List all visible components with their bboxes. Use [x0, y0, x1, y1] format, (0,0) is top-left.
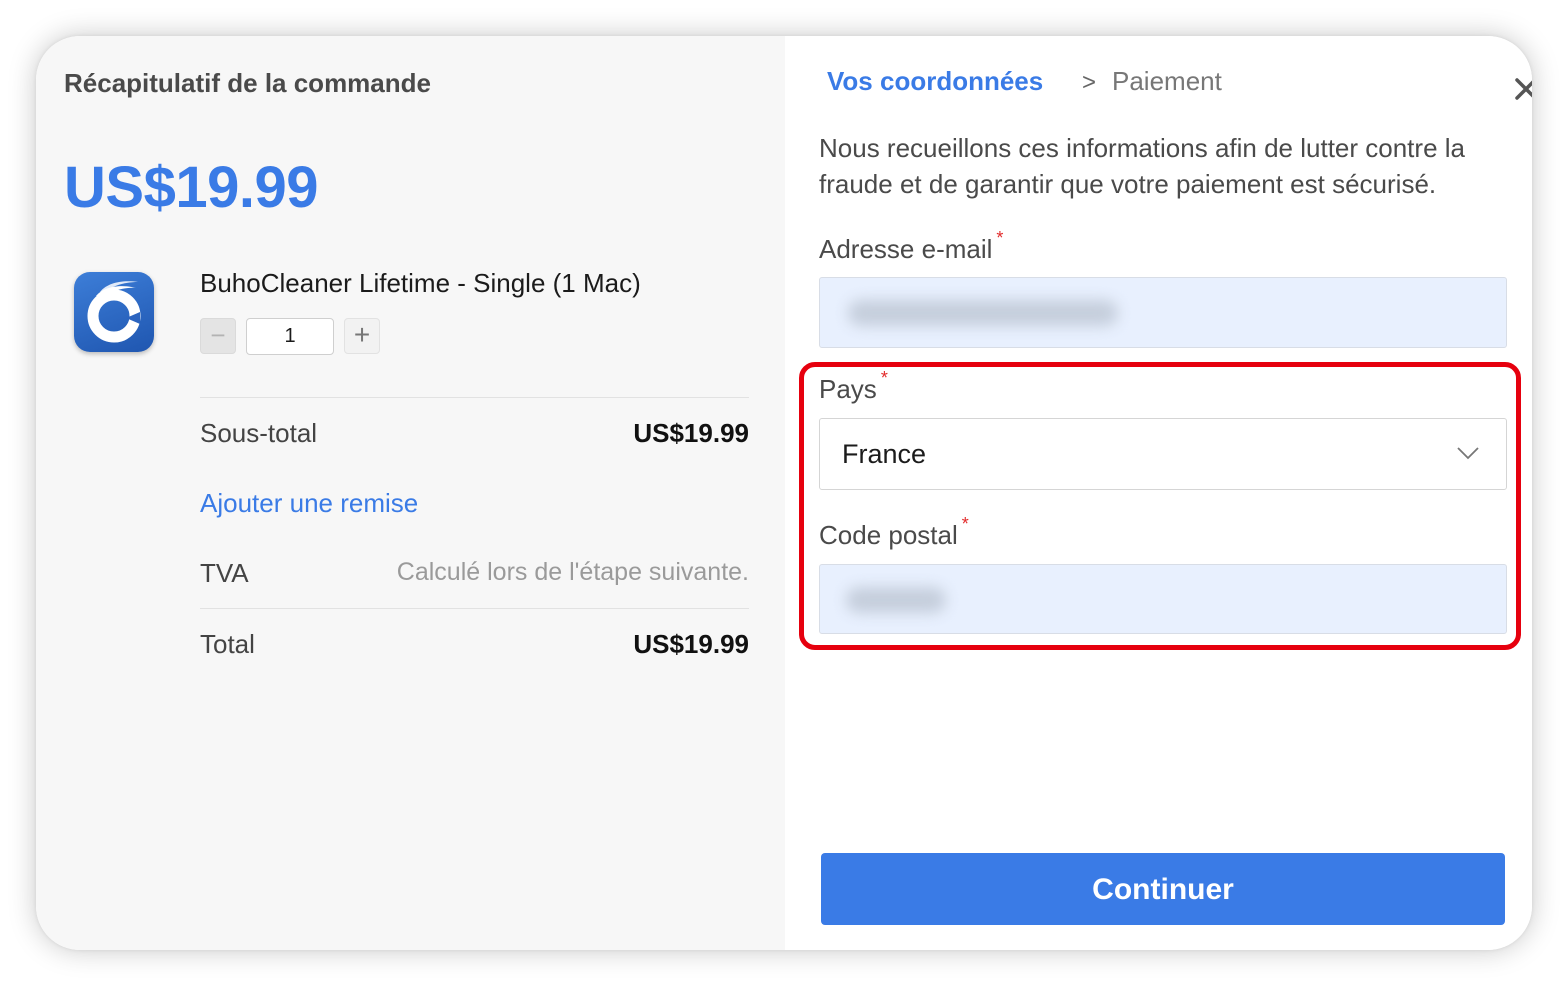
- close-icon[interactable]: [1511, 74, 1532, 104]
- quantity-decrease-button[interactable]: −: [200, 318, 236, 354]
- subtotal-label: Sous-total: [200, 418, 318, 448]
- total-label: Total: [200, 629, 255, 659]
- divider: [200, 397, 749, 398]
- vat-note: Calculé lors de l'étape suivante.: [396, 558, 749, 586]
- security-info-text: Nous recueillons ces informations afin d…: [819, 133, 1465, 199]
- checkout-dialog: Récapitulatif de la commande US$19.99 Bu…: [36, 36, 1532, 950]
- buhocleaner-app-icon: [74, 272, 154, 352]
- divider: [200, 608, 749, 609]
- email-field[interactable]: [819, 277, 1507, 348]
- country-label-text: Pays: [819, 374, 877, 404]
- breadcrumb-step-payment: Paiement: [1112, 66, 1222, 96]
- email-label: Adresse e-mail *: [819, 228, 1003, 265]
- redacted-postal-blur: [846, 587, 946, 613]
- quantity-increase-button[interactable]: +: [344, 318, 380, 354]
- postal-code-label-text: Code postal: [819, 520, 958, 550]
- required-asterisk: *: [880, 368, 888, 388]
- chevron-down-icon: [1457, 447, 1479, 460]
- postal-code-label: Code postal *: [819, 514, 969, 551]
- quantity-input[interactable]: 1: [246, 318, 334, 355]
- summary-title: Récapitulatif de la commande: [64, 68, 431, 98]
- country-label: Pays *: [819, 368, 888, 405]
- email-label-text: Adresse e-mail: [819, 234, 993, 264]
- redacted-email-blur: [848, 300, 1118, 326]
- postal-code-field[interactable]: [819, 564, 1507, 634]
- vat-label: TVA: [200, 558, 249, 588]
- required-asterisk: *: [961, 514, 969, 534]
- order-summary-panel: Récapitulatif de la commande US$19.99 Bu…: [36, 36, 785, 950]
- subtotal-value: US$19.99: [633, 418, 749, 448]
- continue-button[interactable]: Continuer: [821, 853, 1505, 925]
- add-discount-link[interactable]: Ajouter une remise: [200, 488, 418, 519]
- order-total-price: US$19.99: [64, 155, 318, 220]
- product-name: BuhoCleaner Lifetime - Single (1 Mac): [200, 268, 641, 298]
- checkout-form-panel: Vos coordonnées > Paiement Nous recueill…: [785, 36, 1532, 950]
- breadcrumb-separator-icon: >: [1082, 69, 1097, 96]
- total-value: US$19.99: [633, 629, 749, 659]
- required-asterisk: *: [996, 228, 1004, 248]
- country-selected-value: France: [842, 439, 927, 469]
- breadcrumb-step-details[interactable]: Vos coordonnées: [827, 66, 1043, 97]
- country-select[interactable]: France: [819, 418, 1507, 490]
